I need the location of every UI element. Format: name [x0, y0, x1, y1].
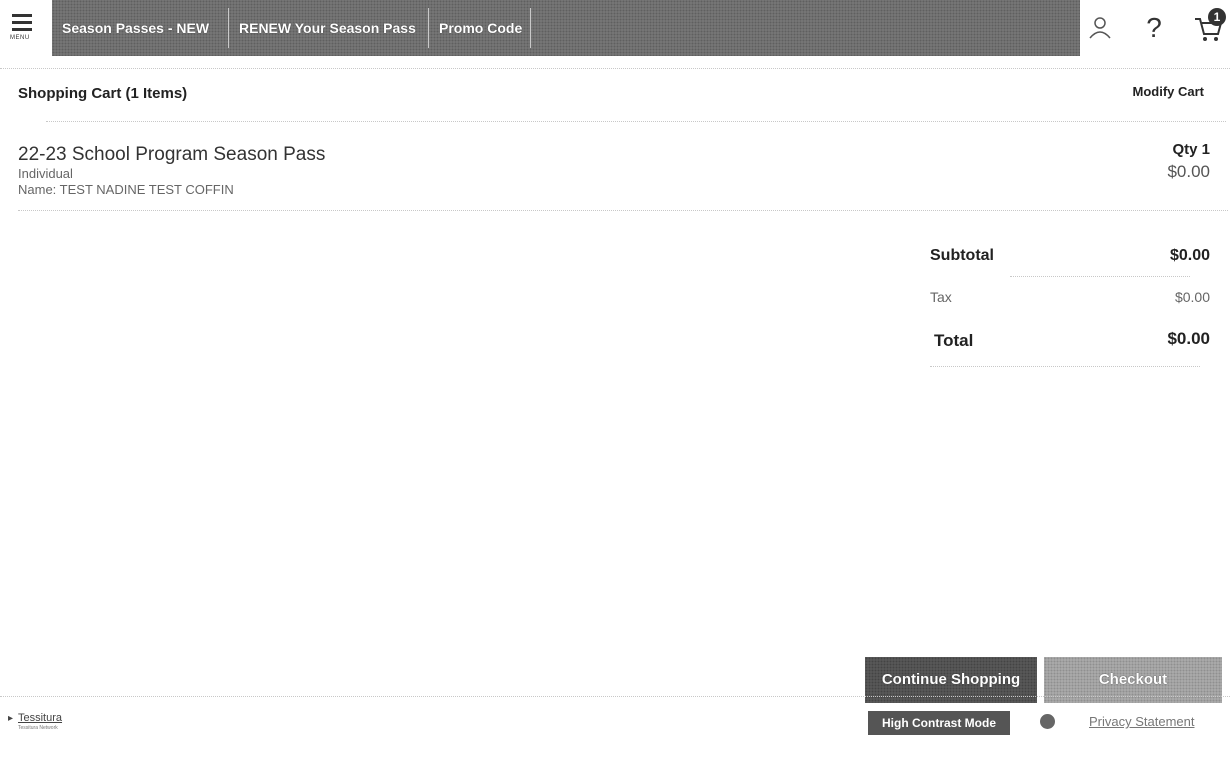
- user-icon: [1089, 17, 1111, 39]
- account-button[interactable]: [1084, 12, 1116, 44]
- divider: [930, 366, 1200, 367]
- tessitura-logo-link[interactable]: ▸ Tessitura Tessitura Network: [8, 711, 88, 735]
- modify-cart-link[interactable]: Modify Cart: [1133, 84, 1205, 99]
- total-value: $0.00: [1167, 329, 1210, 348]
- top-bar: MENU Season Passes - NEW RENEW Your Seas…: [0, 0, 1230, 56]
- privacy-statement-link[interactable]: Privacy Statement: [1089, 714, 1195, 729]
- nav-renew-season-pass[interactable]: RENEW Your Season Pass: [229, 0, 426, 56]
- high-contrast-toggle[interactable]: [1040, 714, 1055, 729]
- logo-tagline: Tessitura Network: [18, 725, 58, 731]
- nav-season-passes-new[interactable]: Season Passes - NEW: [52, 0, 219, 56]
- nav-promo-code[interactable]: Promo Code: [429, 0, 532, 56]
- logo-text: Tessitura: [18, 712, 63, 724]
- cart-count-badge: 1: [1208, 8, 1226, 26]
- logo-icon: ▸: [8, 713, 14, 724]
- tax-value: $0.00: [1174, 289, 1210, 305]
- cart-title: Shopping Cart (1 Items): [18, 85, 188, 102]
- item-quantity: Qty 1: [1172, 141, 1210, 158]
- item-person-name: Name: TEST NADINE TEST COFFIN: [18, 182, 234, 197]
- menu-label: MENU: [10, 35, 30, 41]
- tax-label: Tax: [930, 289, 952, 305]
- help-icon[interactable]: ?: [1138, 12, 1170, 44]
- nav-divider: [530, 8, 531, 48]
- total-label: Total: [934, 331, 974, 350]
- hamburger-icon: [12, 14, 32, 17]
- item-name: 22-23 School Program Season Pass: [18, 144, 326, 165]
- divider: [0, 696, 1230, 697]
- hamburger-icon-line: [12, 21, 32, 24]
- subtotal-label: Subtotal: [930, 247, 994, 264]
- divider: [46, 121, 1226, 122]
- cart-button[interactable]: 1: [1192, 8, 1226, 44]
- high-contrast-mode-button[interactable]: High Contrast Mode: [868, 711, 1010, 735]
- menu-button[interactable]: MENU: [8, 10, 44, 46]
- item-price: $0.00: [1167, 162, 1210, 181]
- main-nav: Season Passes - NEW RENEW Your Season Pa…: [52, 0, 1080, 56]
- subtotal-value: $0.00: [1169, 247, 1210, 264]
- divider: [18, 210, 1228, 211]
- divider: [1010, 276, 1190, 277]
- hamburger-icon-line: [12, 28, 32, 31]
- item-type: Individual: [18, 166, 73, 181]
- divider: [0, 68, 1230, 69]
